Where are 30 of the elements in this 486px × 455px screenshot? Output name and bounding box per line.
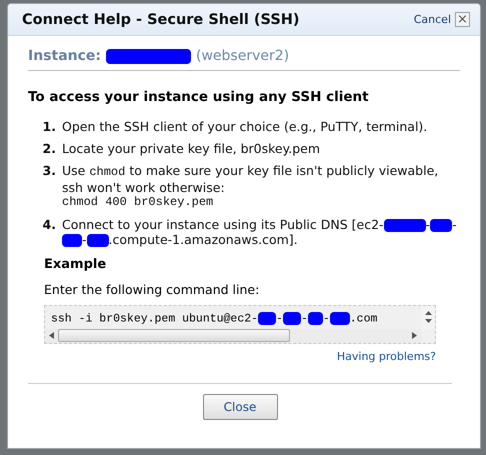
example-heading: Example xyxy=(44,257,108,272)
section-heading: To access your instance using any SSH client xyxy=(28,89,370,105)
redaction-mark xyxy=(430,219,452,232)
redaction-mark xyxy=(62,234,82,248)
step-text: Open the SSH client of your choice (e.g., PuTTY, terminal). xyxy=(62,119,428,134)
command-box[interactable]: ssh -i br0skey.pem ubuntu@ec2- - - - .com xyxy=(44,305,436,344)
vertical-scrollbar-drawing[interactable] xyxy=(421,306,435,329)
help-link[interactable]: Having problems? xyxy=(336,350,436,363)
redaction-mark xyxy=(308,312,323,326)
step-number: 1. xyxy=(42,119,56,134)
step-number: 4. xyxy=(42,217,56,234)
close-dialog-button[interactable]: Close xyxy=(202,394,278,420)
command-text: ssh -i br0skey.pem ubuntu@ec2- - - - .com xyxy=(50,311,378,328)
redaction-mark xyxy=(86,234,109,248)
instance-name: (webserver2) xyxy=(196,48,290,64)
step-number: 2. xyxy=(42,141,56,156)
step-number: 3. xyxy=(42,163,56,180)
step-text: Use chmod to make sure your key file isn't publicly viewable, ssh won't work otherwise: chmod 400 br0skey.pem xyxy=(62,163,440,210)
instruction-text: Enter the following command line: xyxy=(44,282,260,298)
step-text: Locate your private key file, br0skey.pem xyxy=(62,141,320,156)
redaction-mark xyxy=(282,312,301,326)
dialog-title: Connect Help - Secure Shell (SSH) xyxy=(22,12,300,28)
instance-label: Instance: xyxy=(28,48,102,64)
horizontal-scrollbar-drawing[interactable] xyxy=(45,328,421,343)
cancel-link[interactable]: Cancel xyxy=(414,13,451,26)
redaction-mark xyxy=(384,219,426,232)
redaction-mark xyxy=(330,312,350,326)
redaction-mark xyxy=(258,312,276,326)
close-button[interactable]: × xyxy=(455,12,470,27)
step-text: Connect to your instance using its Public DNS [ec2- - - - .compute-1.amazonaws.com]. xyxy=(62,217,458,248)
